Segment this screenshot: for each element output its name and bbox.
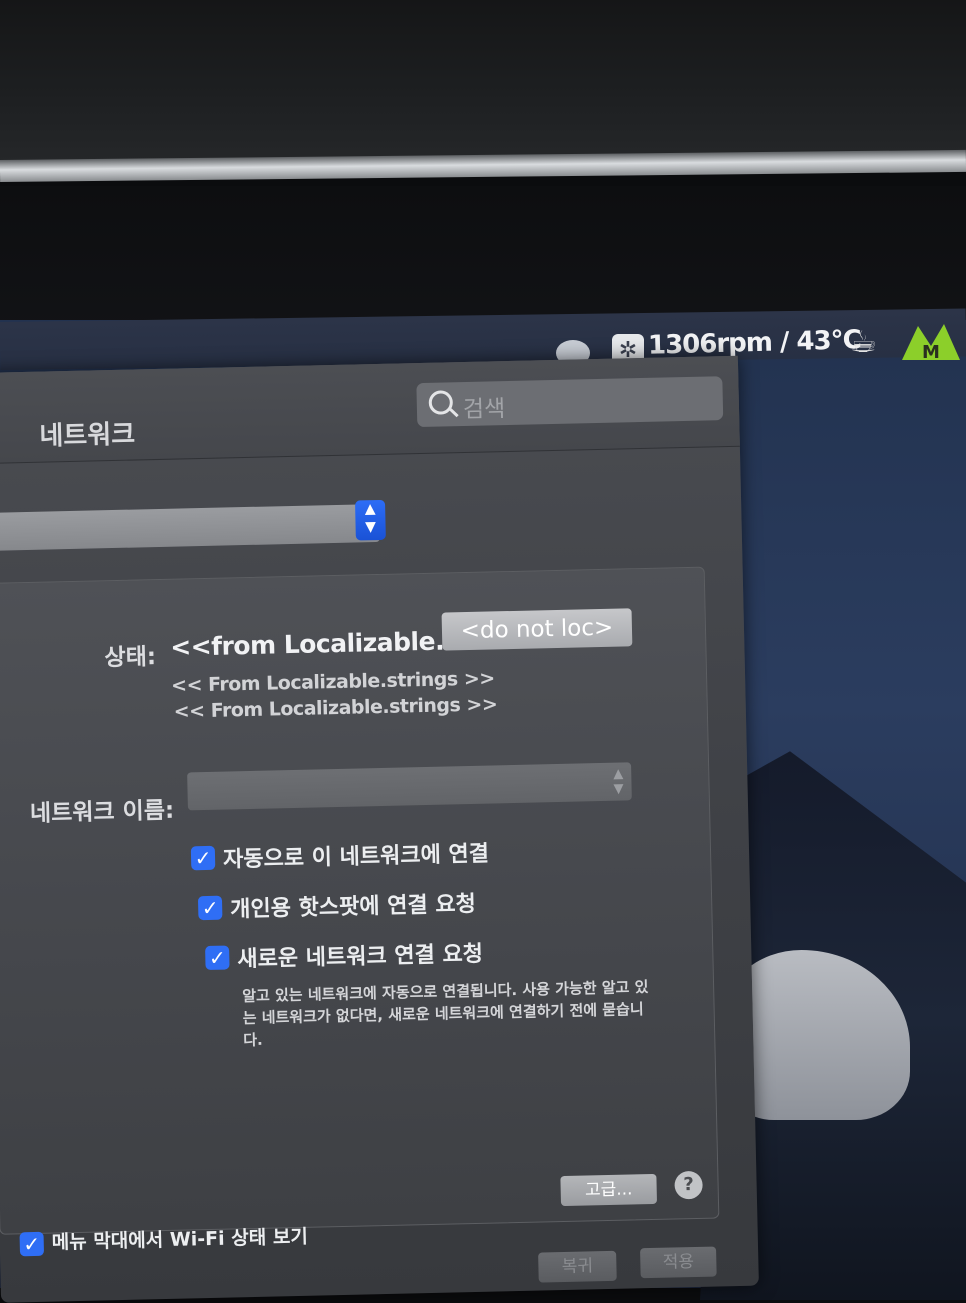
fan-readout[interactable]: 1306rpm / 43°C [648, 325, 861, 361]
window-title: 네트워크 [39, 419, 136, 452]
search-placeholder: 검색 [462, 396, 506, 424]
up-down-arrows-icon: ▲ ▼ [613, 766, 624, 797]
wifi-toggle-button[interactable]: <do not loc> [441, 608, 633, 651]
network-preferences-window: 네트워크 검색 ▲ ▼ 상태: <<from Localizable... <d… [0, 355, 759, 1303]
monitor-bezel [0, 0, 966, 170]
auto-connect-label: 자동으로 이 네트워크에 연결 [222, 841, 490, 873]
hotspot-checkbox[interactable]: ✓ [197, 895, 223, 921]
apply-button[interactable]: 적용 [640, 1246, 717, 1279]
show-wifi-status-label: 메뉴 막대에서 Wi-Fi 상태 보기 [51, 1225, 309, 1254]
ask-new-network-checkbox[interactable]: ✓ [205, 945, 230, 971]
location-stepper[interactable]: ▲ ▼ [354, 499, 386, 541]
svg-text:M: M [922, 342, 940, 362]
advanced-button[interactable]: 고급... [560, 1173, 658, 1207]
ask-new-network-label: 새로운 네트워크 연결 요청 [237, 941, 484, 973]
auto-connect-checkbox[interactable]: ✓ [190, 845, 216, 871]
hotspot-label: 개인용 핫스팟에 연결 요청 [229, 891, 477, 923]
chevron-down-icon: ▼ [365, 519, 377, 536]
search-field[interactable]: 검색 [416, 376, 724, 428]
window-toolbar: 네트워크 검색 [0, 355, 740, 464]
ask-new-network-help-text: 알고 있는 네트워크에 자동으로 연결됩니다. 사용 가능한 알고 있는 네트워… [242, 977, 649, 1050]
chevron-up-icon: ▲ [364, 501, 376, 518]
coffee-cup-icon[interactable]: ☕ [850, 326, 890, 360]
status-label: 상태: [104, 644, 157, 672]
search-icon [428, 390, 454, 415]
mountain-m-icon[interactable]: M [900, 318, 962, 363]
show-wifi-status-checkbox[interactable]: ✓ [19, 1231, 45, 1257]
location-select[interactable] [0, 503, 380, 551]
revert-button[interactable]: 복귀 [538, 1250, 617, 1283]
network-name-label: 네트워크 이름: [29, 797, 175, 827]
